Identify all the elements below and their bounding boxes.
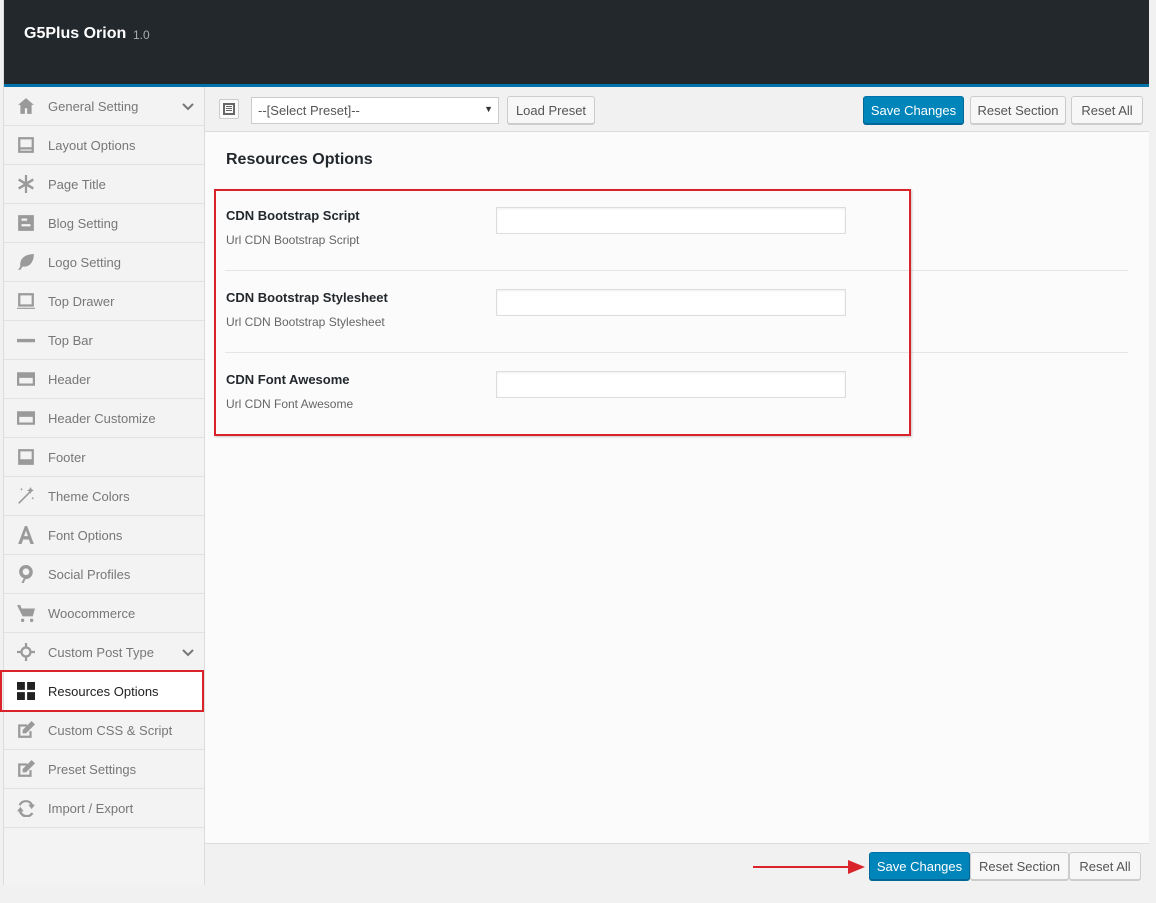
caret-down-icon: ▼: [484, 104, 493, 114]
main-content: --[Select Preset]-- ▼ Load Preset Save C…: [205, 87, 1149, 885]
sidebar-item-label: Top Drawer: [48, 293, 115, 309]
sidebar-item-woocommerce[interactable]: Woocommerce: [4, 594, 204, 633]
chevron-down-icon: [182, 646, 194, 658]
sidebar-item-label: Header: [48, 371, 91, 387]
field-cdn-bootstrap-stylesheet: CDN Bootstrap Stylesheet Url CDN Bootstr…: [225, 271, 1128, 353]
header-icon: [4, 370, 48, 388]
options-panel: G5Plus Orion 1.0 General Setting Layout …: [3, 0, 1149, 885]
pinterest-icon: [4, 565, 48, 583]
asterisk-icon: [4, 175, 48, 193]
sidebar-item-label: Logo Setting: [48, 254, 122, 270]
sidebar-item-label: Layout Options: [48, 137, 136, 153]
sidebar-item-logo-setting[interactable]: Logo Setting: [4, 243, 204, 282]
field-label: CDN Bootstrap Stylesheet: [226, 290, 388, 305]
save-changes-button[interactable]: Save Changes: [863, 96, 964, 124]
sidebar-item-label: General Setting: [48, 98, 139, 114]
sidebar-item-footer[interactable]: Footer: [4, 438, 204, 477]
expand-toggle-icon[interactable]: [219, 99, 239, 119]
edit-icon: [4, 721, 48, 739]
sidebar-item-general-setting[interactable]: General Setting: [4, 87, 204, 126]
top-header: G5Plus Orion 1.0: [4, 0, 1149, 87]
sidebar-item-font-options[interactable]: Font Options: [4, 516, 204, 555]
section-title: Resources Options: [226, 151, 373, 168]
cdn-font-awesome-input[interactable]: [496, 371, 846, 398]
sidebar-item-import-export[interactable]: Import / Export: [4, 789, 204, 828]
sidebar-item-resources-options[interactable]: Resources Options: [4, 672, 204, 711]
cdn-bootstrap-stylesheet-input[interactable]: [496, 289, 846, 316]
save-changes-button[interactable]: Save Changes: [869, 852, 970, 880]
sidebar-item-preset-settings[interactable]: Preset Settings: [4, 750, 204, 789]
sidebar-item-label: Custom Post Type: [48, 644, 154, 660]
cart-icon: [4, 604, 48, 622]
bottom-toolbar: Save Changes Reset Section Reset All: [205, 843, 1149, 885]
field-cdn-bootstrap-script: CDN Bootstrap Script Url CDN Bootstrap S…: [225, 189, 1128, 271]
sidebar-item-label: Preset Settings: [48, 761, 137, 777]
field-description: Url CDN Font Awesome: [226, 397, 354, 411]
sidebar-item-label: Import / Export: [48, 800, 134, 816]
sidebar-item-custom-post-type[interactable]: Custom Post Type: [4, 633, 204, 672]
load-preset-button[interactable]: Load Preset: [507, 96, 595, 124]
chevron-down-icon: [182, 100, 194, 112]
edit-icon: [4, 760, 48, 778]
layout-icon: [4, 136, 48, 154]
preset-select[interactable]: --[Select Preset]-- ▼: [251, 97, 499, 124]
sidebar-item-label: Custom CSS & Script: [48, 722, 173, 738]
reset-all-button[interactable]: Reset All: [1071, 96, 1143, 124]
sidebar-item-header-customize[interactable]: Header Customize: [4, 399, 204, 438]
field-label: CDN Bootstrap Script: [226, 208, 360, 223]
sidebar-item-theme-colors[interactable]: Theme Colors: [4, 477, 204, 516]
grid-icon: [4, 682, 48, 700]
sidebar-item-label: Header Customize: [48, 410, 156, 426]
sidebar-item-page-title[interactable]: Page Title: [4, 165, 204, 204]
sidebar-item-label: Top Bar: [48, 332, 93, 348]
footer-icon: [4, 448, 48, 466]
sidebar-item-top-bar[interactable]: Top Bar: [4, 321, 204, 360]
reset-all-button[interactable]: Reset All: [1069, 852, 1141, 880]
field-description: Url CDN Bootstrap Stylesheet: [226, 315, 385, 329]
refresh-icon: [4, 799, 48, 817]
sidebar: General Setting Layout Options Page Titl…: [4, 87, 205, 885]
sidebar-item-layout-options[interactable]: Layout Options: [4, 126, 204, 165]
font-icon: [4, 526, 48, 544]
sidebar-item-label: Social Profiles: [48, 566, 131, 582]
sidebar-item-label: Woocommerce: [48, 605, 136, 621]
home-icon: [4, 97, 48, 115]
reset-section-button[interactable]: Reset Section: [970, 852, 1069, 880]
field-description: Url CDN Bootstrap Script: [226, 233, 360, 247]
sidebar-item-label: Resources Options: [48, 683, 159, 699]
reset-section-button[interactable]: Reset Section: [970, 96, 1066, 124]
field-label: CDN Font Awesome: [226, 372, 350, 387]
minus-icon: [4, 331, 48, 349]
sidebar-item-label: Footer: [48, 449, 86, 465]
sidebar-item-blog-setting[interactable]: Blog Setting: [4, 204, 204, 243]
laptop-icon: [4, 292, 48, 310]
magic-wand-icon: [4, 487, 48, 505]
crosshairs-icon: [4, 643, 48, 661]
sidebar-item-label: Font Options: [48, 527, 123, 543]
sidebar-item-top-drawer[interactable]: Top Drawer: [4, 282, 204, 321]
sidebar-item-social-profiles[interactable]: Social Profiles: [4, 555, 204, 594]
sidebar-item-label: Blog Setting: [48, 215, 119, 231]
sidebar-item-custom-css-script[interactable]: Custom CSS & Script: [4, 711, 204, 750]
field-cdn-font-awesome: CDN Font Awesome Url CDN Font Awesome: [225, 353, 1128, 435]
annotation-arrow-icon: [753, 860, 865, 874]
top-toolbar: --[Select Preset]-- ▼ Load Preset Save C…: [205, 87, 1149, 132]
leaf-icon: [4, 253, 48, 271]
cdn-bootstrap-script-input[interactable]: [496, 207, 846, 234]
blogger-icon: [4, 214, 48, 232]
app-name: G5Plus Orion: [24, 25, 127, 42]
app-version: 1.0: [133, 28, 150, 42]
sidebar-item-label: Page Title: [48, 176, 106, 192]
sidebar-item-label: Theme Colors: [48, 488, 130, 504]
sidebar-item-header[interactable]: Header: [4, 360, 204, 399]
preset-select-value: --[Select Preset]--: [258, 103, 360, 118]
header-customize-icon: [4, 409, 48, 427]
